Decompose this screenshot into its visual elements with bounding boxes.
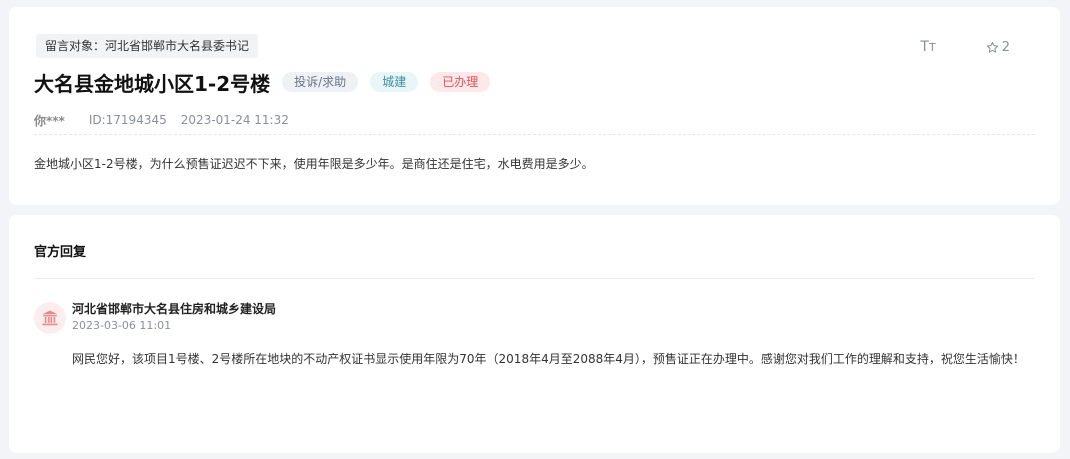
message-card: 留言对象：河北省邯郸市大名县委书记 大名县金地城小区1-2号楼 投诉/求助 城建… bbox=[9, 7, 1060, 205]
avatar bbox=[34, 302, 66, 334]
message-time: 2023-01-24 11:32 bbox=[180, 113, 289, 127]
font-size-icon: TT bbox=[920, 39, 936, 55]
recipient-badge: 留言对象：河北省邯郸市大名县委书记 bbox=[36, 34, 259, 58]
author-name: 你*** bbox=[34, 113, 65, 128]
government-building-icon bbox=[42, 310, 58, 326]
meta-row: 你*** ID:17194345 2023-01-24 11:32 bbox=[34, 110, 289, 130]
font-size-button[interactable]: TT bbox=[920, 39, 935, 55]
status-badge: 已办理 bbox=[430, 72, 491, 92]
star-icon bbox=[986, 41, 998, 53]
reply-heading: 官方回复 bbox=[34, 245, 87, 260]
message-content: 金地城小区1-2号楼，为什么预售证迟迟不下来，使用年限是多少年。是商住还是住宅，… bbox=[34, 157, 594, 171]
divider bbox=[34, 278, 1035, 279]
reply-body: 网民您好，该项目1号楼、2号楼所在地块的不动产权证书显示使用年限为70年（201… bbox=[72, 352, 1025, 366]
reply-org-name: 河北省邯郸市大名县住房和城乡建设局 bbox=[72, 302, 277, 316]
page-title: 大名县金地城小区1-2号楼 bbox=[34, 71, 271, 96]
toolbar: TT 2 bbox=[920, 39, 1010, 55]
divider bbox=[34, 134, 1035, 135]
message-id: ID:17194345 bbox=[88, 113, 167, 127]
title-row: 大名县金地城小区1-2号楼 投诉/求助 城建 已办理 bbox=[34, 67, 502, 97]
favorite-button[interactable]: 2 bbox=[986, 40, 1010, 55]
reply-card: 官方回复 河北省邯郸市大名县住房和城乡建设局 2023-03-06 11:01 … bbox=[9, 215, 1060, 453]
favorite-count: 2 bbox=[1001, 39, 1010, 55]
domain-tag[interactable]: 城建 bbox=[370, 72, 419, 92]
type-tag[interactable]: 投诉/求助 bbox=[282, 72, 359, 92]
reply-time: 2023-03-06 11:01 bbox=[72, 319, 172, 332]
